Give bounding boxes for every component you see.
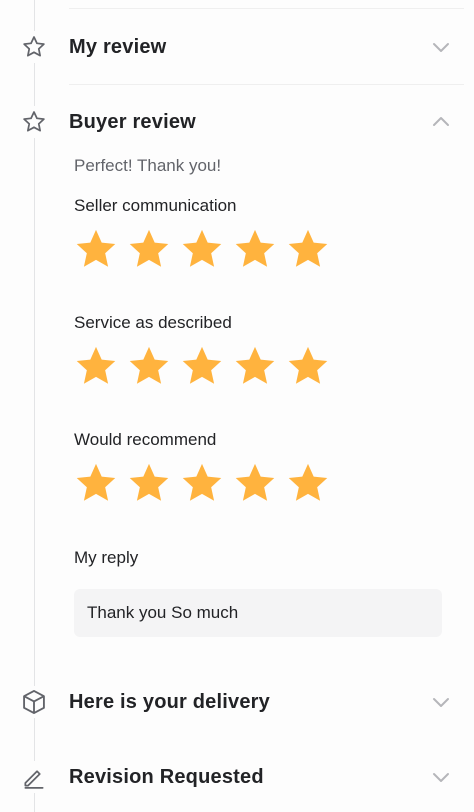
star-outline-icon xyxy=(18,106,50,138)
chevron-up-icon[interactable] xyxy=(430,111,452,133)
divider xyxy=(69,84,464,85)
delivery-header[interactable]: Here is your delivery xyxy=(0,680,474,724)
star-filled-icon xyxy=(76,229,116,267)
revision-header[interactable]: Revision Requested xyxy=(0,755,474,799)
star-filled-icon xyxy=(182,346,222,384)
section-title: My review xyxy=(69,36,167,58)
star-rating xyxy=(74,227,330,271)
my-review-header[interactable]: My review xyxy=(0,25,474,69)
star-filled-icon xyxy=(235,229,275,267)
rating-label: Seller communication xyxy=(74,196,237,215)
reply-box: Thank you So much xyxy=(74,589,442,637)
chevron-down-icon[interactable] xyxy=(430,766,452,788)
chevron-down-icon[interactable] xyxy=(430,36,452,58)
reply-text: Thank you So much xyxy=(87,603,239,622)
star-filled-icon xyxy=(288,463,328,501)
star-rating xyxy=(74,344,330,388)
reply-label: My reply xyxy=(74,548,139,567)
star-filled-icon xyxy=(76,346,116,384)
rating-label: Would recommend xyxy=(74,430,217,449)
section-title: Here is your delivery xyxy=(69,691,270,713)
star-filled-icon xyxy=(129,463,169,501)
star-filled-icon xyxy=(235,463,275,501)
star-filled-icon xyxy=(129,346,169,384)
star-filled-icon xyxy=(182,229,222,267)
package-icon xyxy=(18,686,50,718)
rating-label: Service as described xyxy=(74,313,232,332)
star-filled-icon xyxy=(76,463,116,501)
star-outline-icon xyxy=(18,31,50,63)
star-filled-icon xyxy=(235,346,275,384)
pencil-icon xyxy=(18,761,50,793)
star-filled-icon xyxy=(129,229,169,267)
chevron-down-icon[interactable] xyxy=(430,691,452,713)
divider xyxy=(69,8,464,9)
star-filled-icon xyxy=(288,229,328,267)
star-rating xyxy=(74,461,330,505)
buyer-review-header[interactable]: Buyer review xyxy=(0,100,474,144)
section-title: Revision Requested xyxy=(69,766,264,788)
star-filled-icon xyxy=(182,463,222,501)
section-title: Buyer review xyxy=(69,111,196,133)
buyer-review-text: Perfect! Thank you! xyxy=(74,156,222,175)
star-filled-icon xyxy=(288,346,328,384)
